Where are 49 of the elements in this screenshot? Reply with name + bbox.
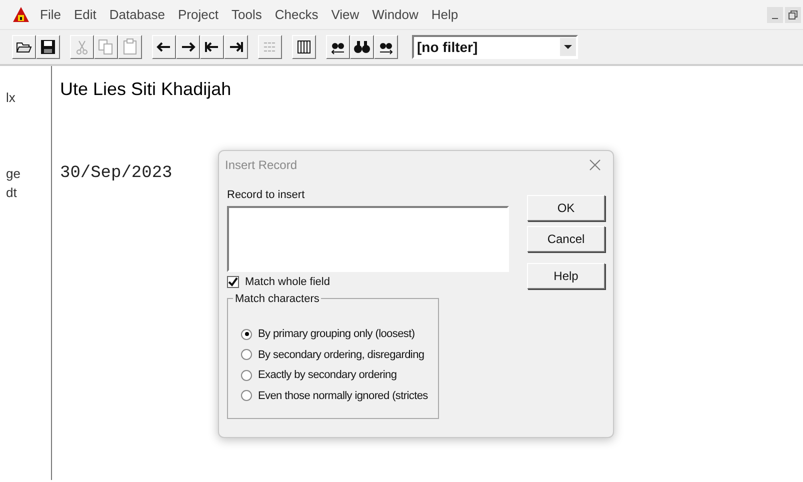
radio-label: By secondary ordering, disregarding: [258, 348, 424, 362]
toolbar-button[interactable]: [224, 35, 248, 59]
field-label: Record to insert: [227, 188, 306, 203]
menu-item[interactable]: File: [34, 4, 67, 24]
dialog-button[interactable]: OK: [527, 195, 605, 221]
menu-item[interactable]: Edit: [68, 4, 102, 24]
dialog-button[interactable]: Cancel: [527, 226, 605, 252]
radio-label: Even those normally ignored (strictes: [258, 388, 428, 404]
app-logo-icon[interactable]: [12, 6, 30, 24]
toolbar-button[interactable]: [200, 35, 224, 59]
field-name: lx: [6, 89, 16, 107]
menu-item[interactable]: Project: [172, 4, 224, 24]
dialog-title: Insert Record: [225, 157, 298, 174]
radio-label: Exactly by secondary ordering: [258, 368, 397, 383]
radio-button[interactable]: [241, 390, 252, 402]
clipboard-icon: [121, 38, 139, 56]
checkbox-label: Match whole field: [245, 274, 330, 290]
copy-icon: [97, 38, 115, 56]
radio-label: By primary grouping only (loosest): [258, 327, 415, 342]
radio-button[interactable]: [241, 370, 252, 381]
minimize-button[interactable]: [767, 6, 783, 22]
toolbar-button[interactable]: [12, 35, 36, 59]
radio-button[interactable]: [241, 328, 252, 340]
field-name: ge: [6, 164, 22, 183]
menu-item[interactable]: Help: [425, 4, 464, 24]
filter-dropdown[interactable]: [no filter]: [412, 35, 578, 59]
toolbar-button[interactable]: [350, 35, 374, 59]
field-name: dt: [6, 184, 18, 202]
menu-item[interactable]: Database: [103, 4, 172, 24]
checkbox[interactable]: [227, 276, 239, 288]
record-input-field[interactable]: [227, 206, 509, 272]
columns-icon: [295, 38, 313, 56]
menu-item[interactable]: Checks: [268, 4, 324, 24]
checkmark-icon: [228, 276, 238, 287]
toolbar-button[interactable]: [326, 35, 350, 59]
toolbar-button[interactable]: [36, 35, 60, 59]
record-name: Ute Lies Siti Khadijah: [60, 78, 232, 101]
toolbar-button[interactable]: [292, 35, 316, 59]
close-icon[interactable]: [589, 159, 601, 171]
menu-item[interactable]: Tools: [225, 4, 268, 24]
toolbar-button[interactable]: [152, 35, 176, 59]
restore-button[interactable]: [785, 6, 801, 22]
radio-button[interactable]: [241, 349, 252, 360]
dialog-button[interactable]: Help: [527, 263, 605, 289]
toolbar-button[interactable]: [374, 35, 398, 59]
toolbar-button[interactable]: [176, 35, 200, 59]
binoculars-icon: [353, 38, 371, 56]
menu-item[interactable]: Window: [366, 4, 424, 24]
menu-item[interactable]: View: [325, 4, 366, 24]
